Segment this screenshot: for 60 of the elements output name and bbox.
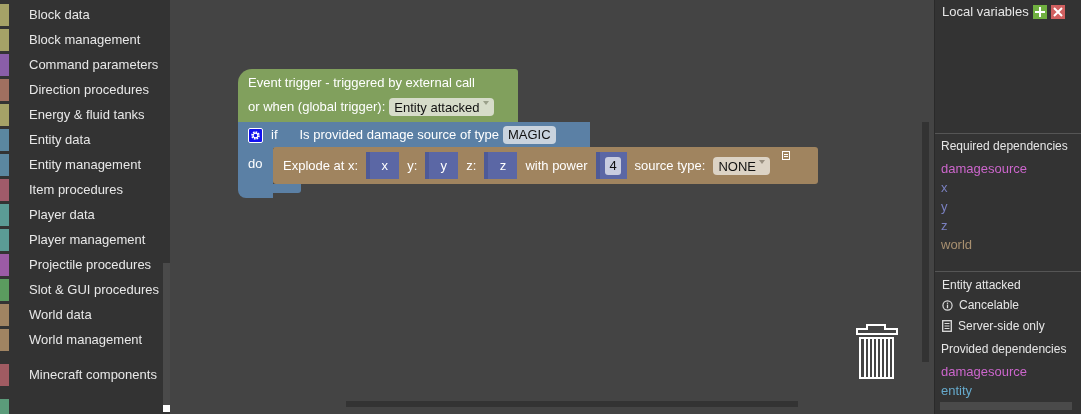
category-item[interactable]: Player management [29, 229, 146, 250]
trigger-dropdown[interactable]: Entity attacked [389, 97, 494, 116]
block-label: Explode at x: [283, 156, 359, 175]
category-item[interactable]: World management [29, 329, 143, 350]
variable-input-block[interactable]: z [484, 152, 518, 179]
panel-title: Local variables [942, 2, 1029, 21]
block-label: with power [525, 156, 588, 175]
delete-icon[interactable] [1050, 4, 1065, 19]
section-title: Entity attacked [942, 277, 1022, 293]
event-block[interactable]: Event trigger - triggered by external call or when (global trigger): Entity attacked [238, 69, 518, 125]
settings-icon[interactable] [248, 127, 263, 143]
category-item[interactable]: Entity management [29, 154, 141, 175]
event-flag-label: Server-side only [958, 318, 1045, 335]
block-label: z: [466, 156, 477, 175]
section-title: Required dependencies [941, 138, 1069, 154]
trash-icon[interactable] [855, 323, 899, 379]
block-label: source type: [634, 156, 706, 175]
category-item[interactable]: Slot & GUI procedures [29, 279, 160, 300]
comment-icon[interactable] [781, 151, 790, 160]
number-field[interactable]: 4 [605, 156, 621, 175]
dropdown-caret-icon [482, 100, 489, 105]
category-item[interactable]: Projectile procedures [29, 254, 152, 275]
value-field[interactable]: MAGIC [502, 126, 556, 144]
dependency-item: damagesource [941, 363, 1028, 381]
explode-block[interactable]: Explode at x: x y: y z: z with power 4 source type: NONE [273, 147, 818, 184]
variable-input-block[interactable]: x [366, 152, 400, 179]
category-item[interactable]: Command parameters [29, 54, 159, 75]
source-type-dropdown[interactable]: NONE [713, 156, 770, 175]
if-block[interactable]: if Is provided damage source of type MAGIC [238, 122, 590, 148]
number-block[interactable]: 4 [595, 152, 627, 179]
category-item[interactable]: Entity data [29, 129, 91, 150]
category-item[interactable]: Item procedures [29, 179, 123, 200]
category-item[interactable]: World data [29, 304, 92, 325]
block-label: or when (global trigger): [248, 98, 386, 116]
dependency-item: z [941, 217, 949, 235]
dependency-item: entity [941, 382, 974, 400]
block-label: y: [407, 156, 418, 175]
variable-input-block[interactable]: y [425, 152, 459, 179]
dropdown-caret-icon [758, 159, 765, 164]
info-icon [942, 299, 953, 311]
dependency-item: x [941, 179, 949, 197]
category-item[interactable]: Direction procedures [29, 79, 149, 100]
add-icon[interactable] [1032, 4, 1047, 19]
dependency-item: y [941, 198, 949, 216]
event-flag-label: Cancelable [959, 297, 1020, 314]
resize-handle[interactable] [163, 405, 170, 412]
dependency-item: world [941, 236, 974, 254]
section-title: Provided dependencies [941, 341, 1068, 357]
category-item[interactable]: Player data [29, 204, 95, 225]
block-label: Is provided damage source of type [299, 126, 499, 145]
category-item[interactable]: Energy & fluid tanks [29, 104, 145, 125]
scrollbar[interactable] [163, 263, 170, 405]
category-item[interactable]: Block management [29, 29, 141, 50]
block-keyword: do [248, 156, 263, 171]
category-item[interactable]: Block data [29, 4, 90, 25]
dependency-item: damagesource [941, 160, 1028, 178]
block-label: Event trigger - triggered by external call [248, 75, 476, 91]
block-keyword: if [271, 126, 278, 145]
category-item[interactable]: Minecraft components [29, 364, 157, 385]
document-icon [942, 320, 952, 332]
